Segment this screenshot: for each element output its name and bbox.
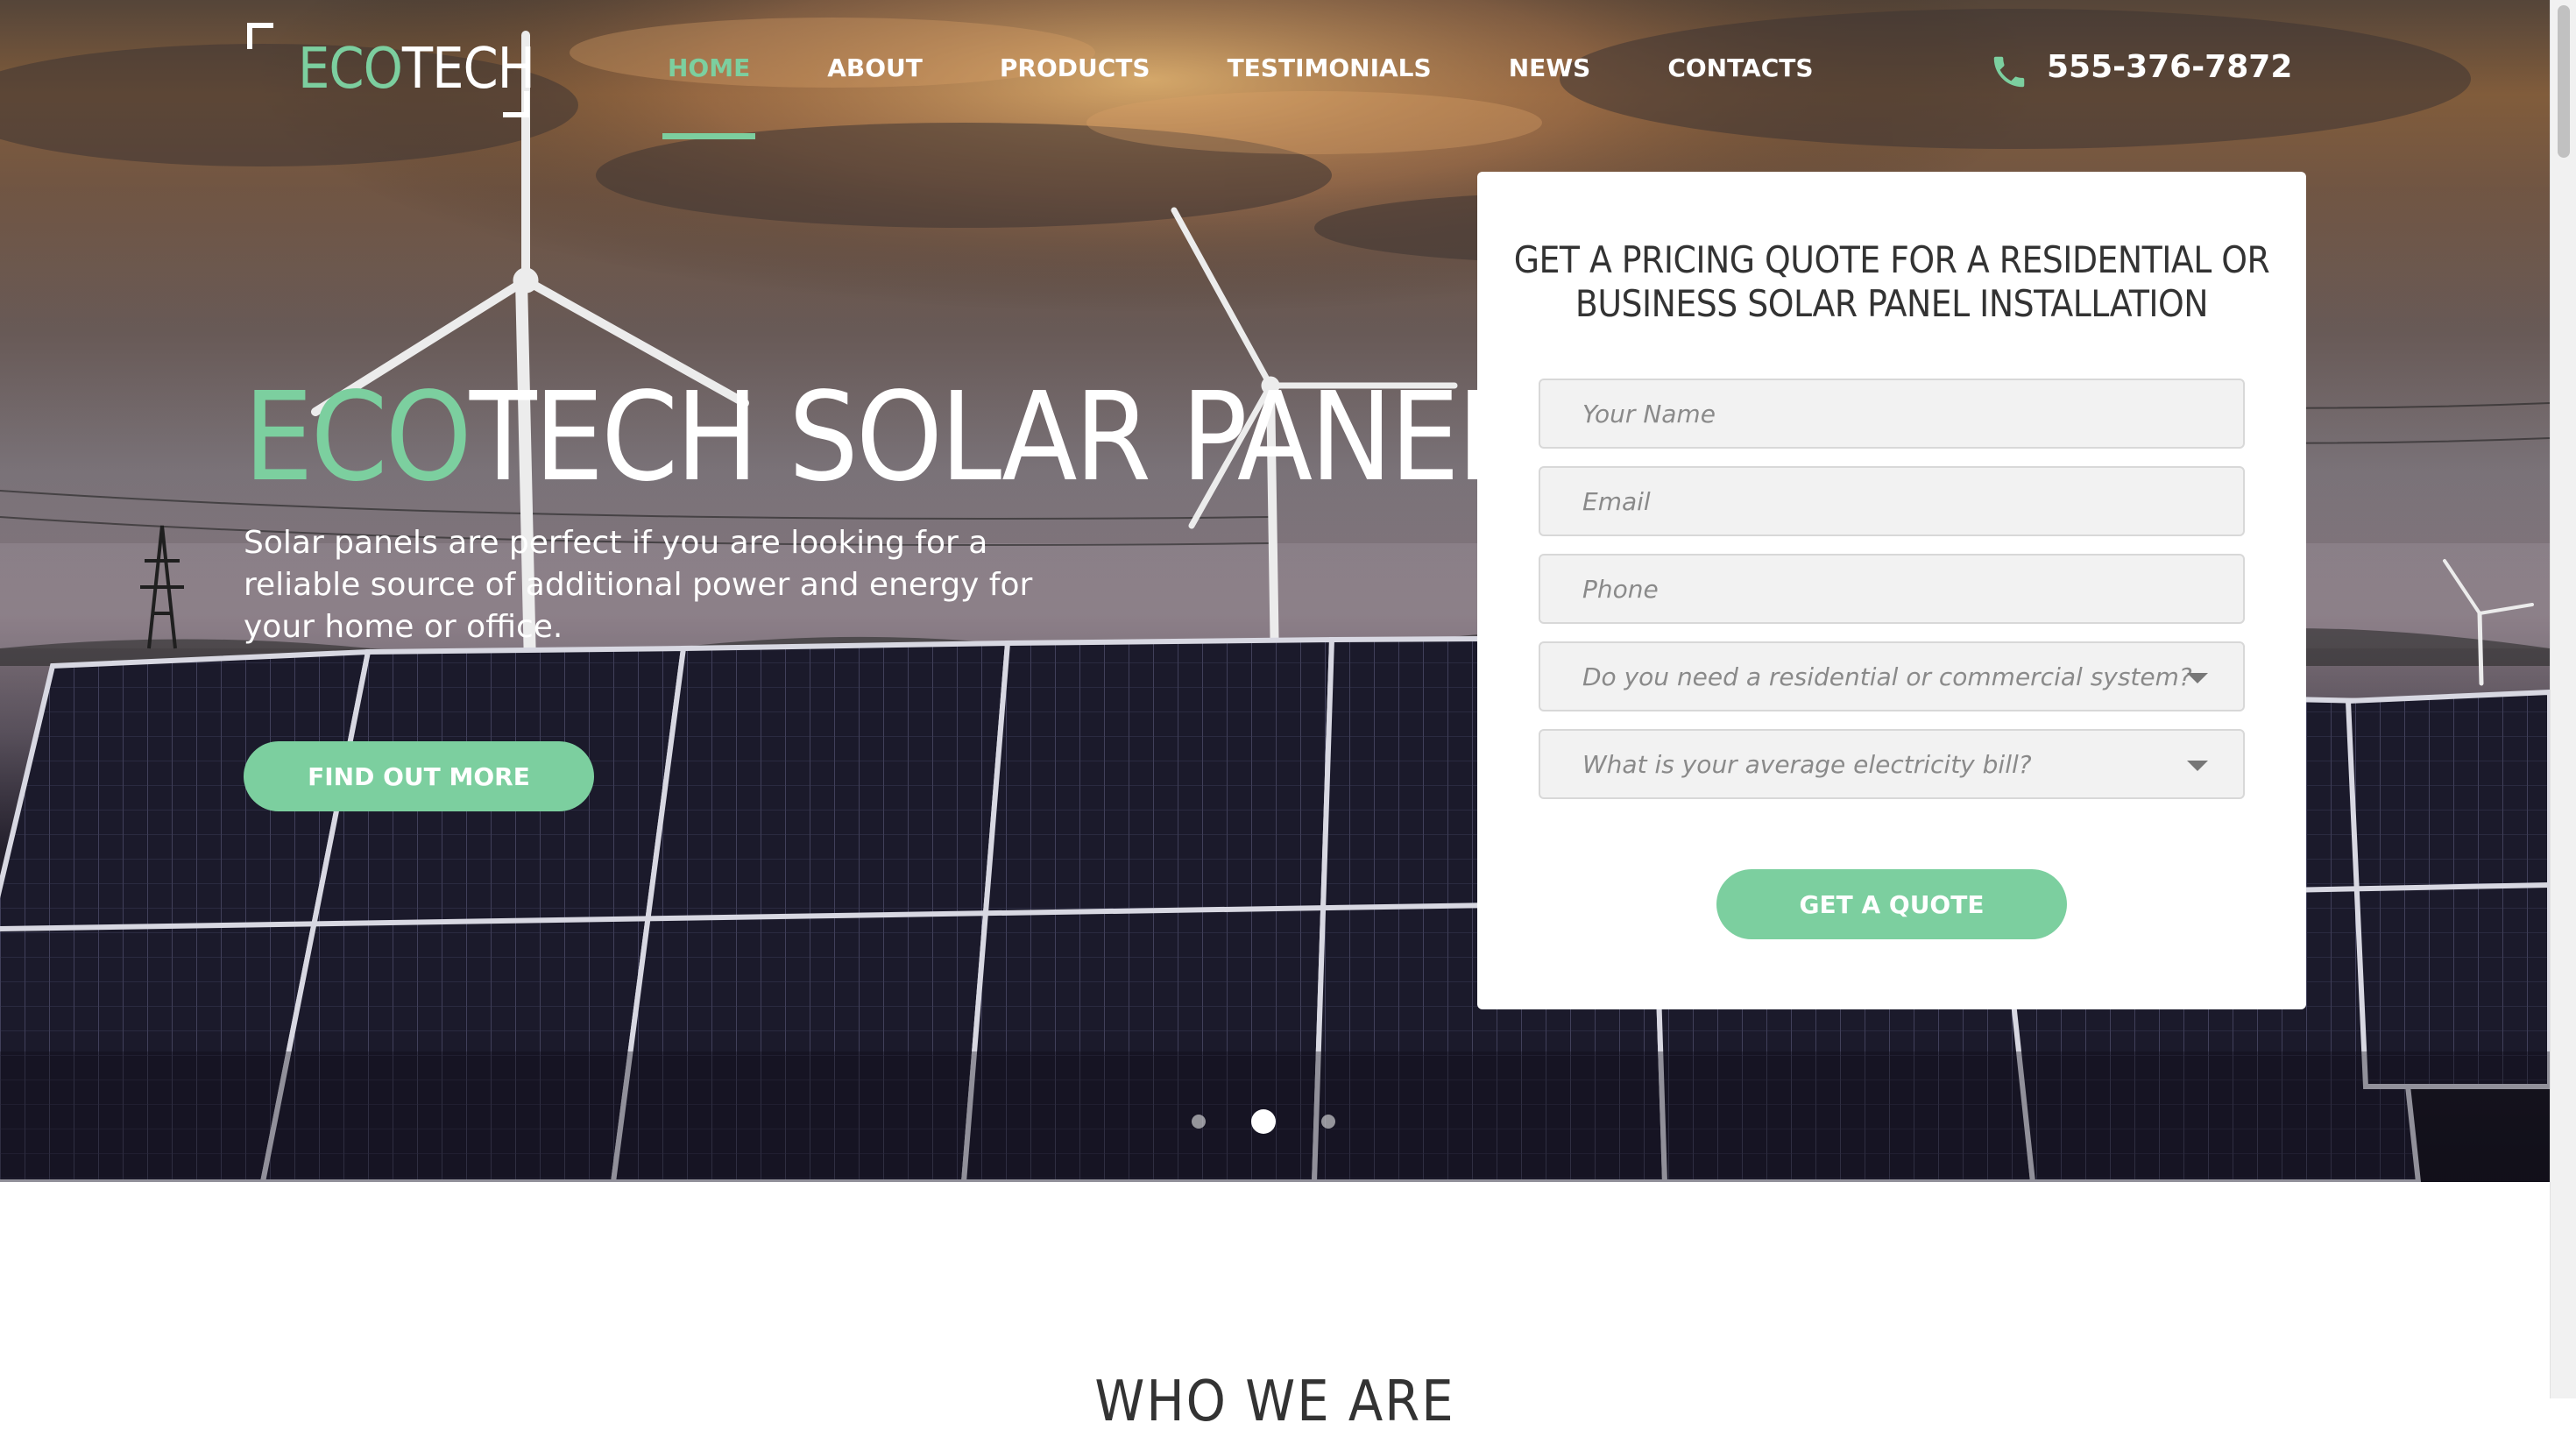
page-scrollbar[interactable] [2550,0,2576,1398]
header-phone[interactable]: 555-376-7872 [1989,40,2292,93]
chevron-down-icon [2187,673,2208,683]
nav-item-news[interactable]: NEWS [1509,46,1630,140]
get-a-quote-button[interactable]: GET A QUOTE [1716,869,2067,939]
main-nav: HOME ABOUT PRODUCTS TESTIMONIALS NEWS CO… [662,46,1891,140]
nav-item-contacts[interactable]: CONTACTS [1667,46,1851,140]
quote-form-card: GET A PRICING QUOTE FOR A RESIDENTIAL OR… [1477,172,2306,1009]
chevron-down-icon [2187,761,2208,771]
scrollbar-thumb[interactable] [2558,5,2570,158]
who-we-are-heading: WHO WE ARE [1094,1370,1455,1434]
nav-item-products[interactable]: PRODUCTS [1000,46,1189,140]
slider-dots [1192,1109,1335,1134]
logo-corner-top-left [247,23,273,49]
hero-description: Solar panels are perfect if you are look… [244,525,1033,645]
email-input[interactable] [1539,466,2245,536]
slider-dot-3[interactable] [1321,1115,1335,1129]
slider-dot-1[interactable] [1192,1115,1206,1129]
hero-title-accent: ECO [244,366,472,509]
slider-dot-2[interactable] [1251,1109,1276,1134]
nav-item-home[interactable]: HOME [662,46,789,140]
hero-title: ECOTECH SOLAR PANELS [244,366,1586,510]
system-type-select[interactable]: Do you need a residential or commercial … [1539,641,2245,711]
hero-section: ECOTECH HOME ABOUT PRODUCTS TESTIMONIALS… [0,0,2550,1182]
electricity-bill-select[interactable]: What is your average electricity bill? [1539,729,2245,799]
name-input[interactable] [1539,379,2245,449]
logo[interactable]: ECOTECH [247,23,535,117]
find-out-more-button[interactable]: FIND OUT MORE [244,741,594,811]
electricity-bill-select-value: What is your average electricity bill? [1582,749,2032,779]
phone-icon [1993,56,2025,88]
nav-item-about[interactable]: ABOUT [827,46,961,140]
logo-text-eco: ECO [298,37,403,102]
phone-number[interactable]: 555-376-7872 [2047,49,2292,85]
logo-text: ECOTECH [298,35,535,103]
hero-title-rest: TECH SOLAR PANELS [469,366,1586,509]
nav-item-testimonials[interactable]: TESTIMONIALS [1228,46,1470,140]
phone-input[interactable] [1539,554,2245,624]
system-type-select-value: Do you need a residential or commercial … [1582,662,2192,691]
quote-form-title: GET A PRICING QUOTE FOR A RESIDENTIAL OR… [1513,238,2270,325]
logo-corner-bottom-right [503,91,529,117]
